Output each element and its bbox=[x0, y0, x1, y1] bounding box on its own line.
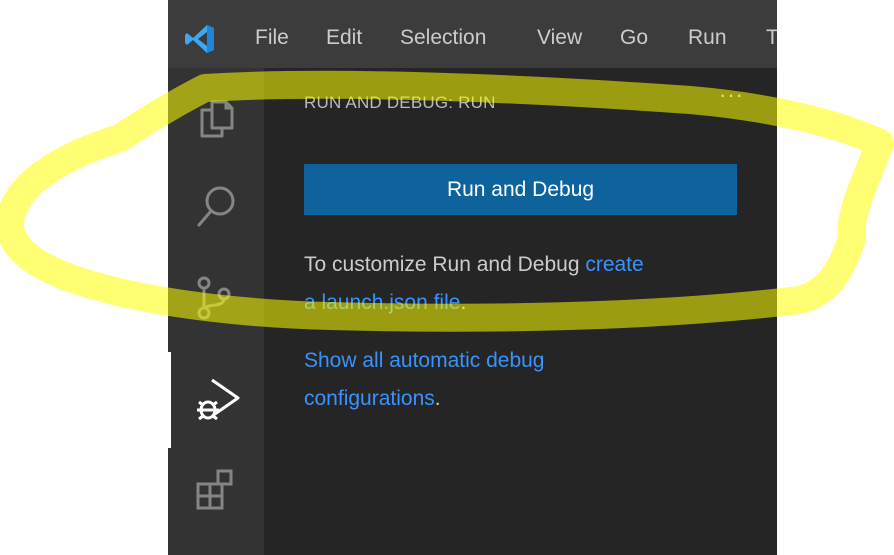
vscode-window: File Edit Selection View Go Run Terminal bbox=[168, 0, 777, 555]
menu-terminal[interactable]: Terminal bbox=[766, 26, 777, 50]
run-and-debug-button[interactable]: Run and Debug bbox=[304, 164, 737, 215]
more-actions-icon[interactable]: ··· bbox=[719, 82, 744, 108]
source-control-icon bbox=[197, 276, 231, 320]
extensions-icon bbox=[196, 469, 233, 510]
menu-go[interactable]: Go bbox=[620, 26, 648, 50]
files-icon bbox=[200, 100, 234, 138]
vscode-logo-icon bbox=[185, 25, 214, 53]
customize-label: To customize Run and Debug bbox=[304, 253, 586, 276]
title-bar: File Edit Selection View Go Run Terminal bbox=[168, 0, 777, 68]
search-icon bbox=[197, 186, 235, 227]
show-configs-text: Show all automatic debug configurations. bbox=[304, 342, 744, 418]
activity-search[interactable] bbox=[168, 160, 264, 256]
activity-bar bbox=[168, 68, 264, 555]
run-debug-sidebar: RUN AND DEBUG: RUN ··· Run and Debug To … bbox=[264, 68, 777, 555]
activity-source-control[interactable] bbox=[168, 250, 264, 346]
create-link-part-1[interactable]: create bbox=[585, 253, 643, 276]
period: . bbox=[434, 387, 441, 410]
show-all-link-part-2[interactable]: configurations bbox=[304, 387, 435, 410]
run-debug-icon bbox=[196, 378, 239, 421]
menu-run[interactable]: Run bbox=[688, 26, 727, 50]
menu-edit[interactable]: Edit bbox=[326, 26, 362, 50]
sidebar-title: RUN AND DEBUG: RUN bbox=[304, 93, 496, 112]
show-all-link-part-1[interactable]: Show all automatic debug bbox=[304, 349, 545, 372]
show-all-configurations-link[interactable]: Show all automatic debug configurations bbox=[304, 349, 545, 410]
menu-view[interactable]: View bbox=[537, 26, 582, 50]
activity-run-debug[interactable] bbox=[168, 352, 264, 448]
activity-explorer[interactable] bbox=[168, 70, 264, 166]
customize-text: To customize Run and Debug create a launc… bbox=[304, 246, 744, 322]
menu-file[interactable]: File bbox=[255, 26, 289, 50]
create-link-part-2[interactable]: a launch.json file bbox=[304, 291, 460, 314]
menu-selection[interactable]: Selection bbox=[400, 26, 486, 50]
period: . bbox=[460, 291, 467, 314]
activity-extensions[interactable] bbox=[168, 442, 264, 538]
